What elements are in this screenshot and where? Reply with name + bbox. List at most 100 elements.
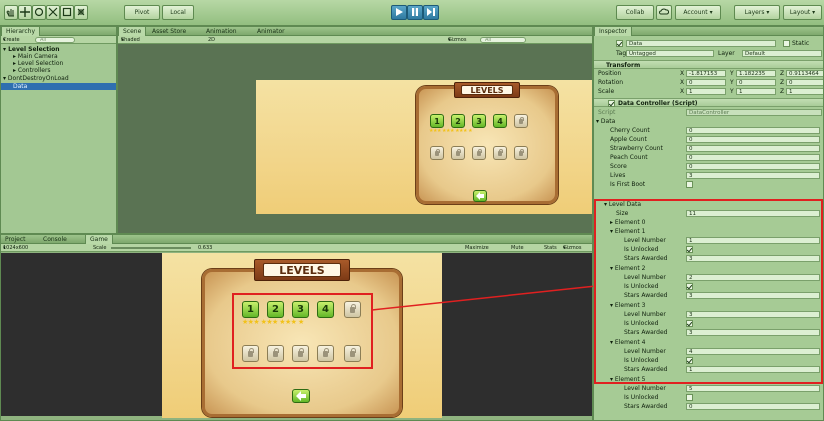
tab-inspector[interactable]: Inspector [594,27,632,36]
level-number-field[interactable]: 2 [686,274,820,281]
stars-awarded-field[interactable]: 3 [686,292,820,299]
script-field[interactable]: DataController [686,109,822,116]
data-field-value[interactable]: 0 [686,163,820,170]
scene-viewport[interactable]: LEVELS 1 2 3 4 ★★★ ★★★ ★★★ ★ [118,44,592,233]
locked-level-icon [430,146,444,160]
shading-dropdown[interactable]: Shaded ▾ [121,36,140,44]
rotation-x-field[interactable]: 0 [686,79,726,86]
tab-scene[interactable]: Scene [118,27,147,36]
position-x-field[interactable]: -1.817153 [686,70,726,77]
component-enabled-checkbox[interactable] [608,100,615,107]
hierarchy-scene-dontdestroyonload[interactable]: ▾ DontDestroyOnLoad [1,75,116,82]
stars-awarded-field[interactable]: 1 [686,366,820,373]
object-name-field[interactable]: Data [626,40,776,47]
element-foldout[interactable]: ▾ Element 5 [594,375,823,384]
tab-asset-store[interactable]: Asset Store [148,27,190,36]
local-label: Local [170,9,186,16]
level-number-field[interactable]: 5 [686,385,820,392]
pivot-toggle[interactable]: Pivot [124,5,160,20]
stars-awarded-field[interactable]: 0 [686,403,820,410]
data-foldout[interactable]: ▾ Data [594,117,823,126]
scale-slider[interactable] [111,247,191,249]
layer-dropdown[interactable]: Default [742,50,822,57]
stars-awarded-label: Stars Awarded [624,329,668,336]
hierarchy-search-input[interactable]: All [35,37,75,43]
element-foldout[interactable]: ▾ Element 1 [594,227,823,236]
tab-animator[interactable]: Animator [253,27,289,36]
collab-dropdown[interactable]: Collab [616,5,654,20]
tab-label: Animator [257,28,285,35]
rotate-tool-icon[interactable] [32,5,46,20]
data-field-value[interactable]: 0 [686,145,820,152]
layers-dropdown[interactable]: Layers ▾ [734,5,780,20]
back-button[interactable] [292,389,310,403]
is-unlocked-checkbox[interactable] [686,357,693,364]
account-dropdown[interactable]: Account ▾ [675,5,721,20]
hierarchy-item-controllers[interactable]: ▸ Controllers [1,67,116,74]
create-dropdown[interactable]: Create ▾ [3,36,20,44]
data-controller-header[interactable]: Data Controller (Script) [594,98,823,107]
data-field-value[interactable]: 0 [686,154,820,161]
rect-tool-icon[interactable] [60,5,74,20]
level-number-field[interactable]: 3 [686,311,820,318]
scale-y-field[interactable]: 1 [736,88,776,95]
pause-button[interactable] [407,5,423,20]
scene-search-input[interactable]: All [480,37,526,43]
hierarchy-item-level-selection[interactable]: ▸ Level Selection [1,60,116,67]
is-unlocked-checkbox[interactable] [686,320,693,327]
data-field-value[interactable]: 3 [686,172,820,179]
level-number-field[interactable]: 4 [686,348,820,355]
local-toggle[interactable]: Local [162,5,194,20]
tab-console[interactable]: Console [39,235,71,244]
transform-tool-icon[interactable] [74,5,88,20]
level-4-button: 4 [493,114,507,128]
hand-tool-icon[interactable] [4,5,18,20]
play-button[interactable] [391,5,407,20]
scale-tool-icon[interactable] [46,5,60,20]
stars-awarded-field[interactable]: 3 [686,255,820,262]
element-foldout[interactable]: ▾ Element 4 [594,338,823,347]
rotation-y-field[interactable]: 0 [736,79,776,86]
resolution-dropdown[interactable]: 1024x600 Landscape (1024x600) ▾ [3,244,32,267]
hierarchy-item-data[interactable]: Data [1,83,116,90]
data-field-value[interactable]: 0 [686,127,820,134]
is-unlocked-checkbox[interactable] [686,246,693,253]
level-data-foldout[interactable]: ▾ Level Data [594,200,823,209]
is-first-boot-checkbox[interactable] [686,181,693,188]
static-checkbox[interactable] [783,40,790,47]
level-number-field[interactable]: 1 [686,237,820,244]
layout-dropdown[interactable]: Layout ▾ [783,5,822,20]
transform-header[interactable]: Transform [594,60,823,69]
scale-x-field[interactable]: 1 [686,88,726,95]
scene-gizmos-dropdown[interactable]: Gizmos ▾ [448,36,466,44]
tab-hierarchy[interactable]: Hierarchy [1,27,41,36]
locked-level-icon [514,114,528,128]
position-z-field[interactable]: 0.9113464 [786,70,823,77]
size-field[interactable]: 11 [686,210,820,217]
is-unlocked-checkbox[interactable] [686,283,693,290]
stars-awarded-field[interactable]: 3 [686,329,820,336]
step-button[interactable] [423,5,439,20]
hierarchy-scene-level-selection[interactable]: ▾ Level Selection [1,46,116,53]
move-tool-icon[interactable] [18,5,32,20]
rotation-z-field[interactable]: 0 [786,79,823,86]
cloud-icon[interactable] [656,5,672,20]
tab-project[interactable]: Project [1,235,30,244]
level-number-row: Level Number 3 [594,310,823,319]
element-foldout[interactable]: ▾ Element 3 [594,301,823,310]
hierarchy-item-main-camera[interactable]: ▸ Main Camera [1,53,116,60]
is-unlocked-checkbox[interactable] [686,394,693,401]
scale-z-field[interactable]: 1 [786,88,823,95]
tab-animation[interactable]: Animation [202,27,241,36]
game-viewport[interactable]: LEVELS 1 2 3 4 ★★★ ★★★ ★★★ ★ [1,253,592,418]
position-y-field[interactable]: 1.182235 [736,70,776,77]
element-0-foldout[interactable]: ▸ Element 0 [594,218,823,227]
element-foldout[interactable]: ▾ Element 2 [594,264,823,273]
object-active-checkbox[interactable] [616,40,623,47]
game-gizmos-dropdown[interactable]: Gizmos ▾ [563,244,581,252]
tag-dropdown[interactable]: Untagged [626,50,714,57]
data-field-label: Strawberry Count [610,145,663,152]
data-field-value[interactable]: 0 [686,136,820,143]
position-label: Position [598,70,622,77]
tab-game[interactable]: Game [85,235,113,244]
